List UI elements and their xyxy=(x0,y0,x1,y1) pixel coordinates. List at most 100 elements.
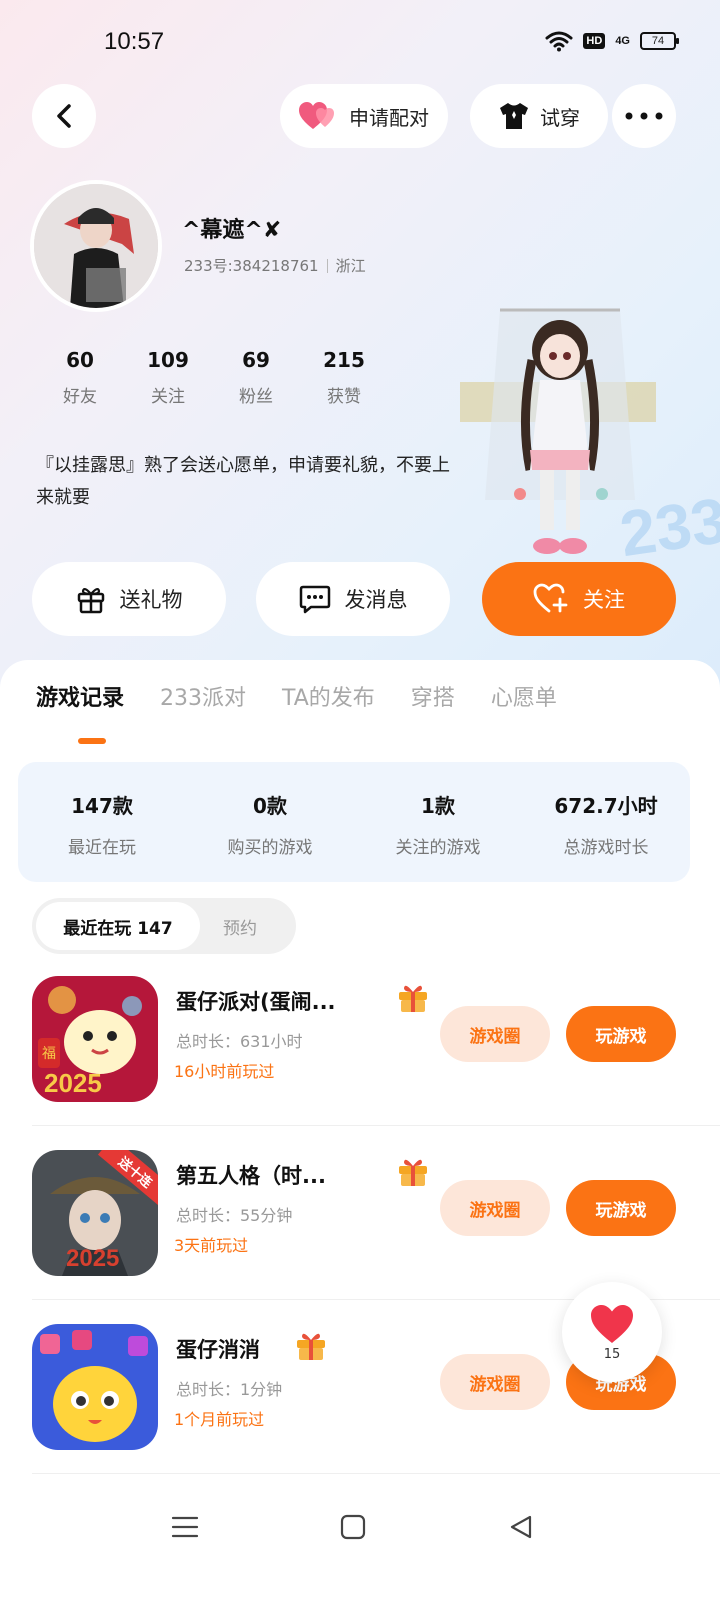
user-region: 浙江 xyxy=(335,257,366,275)
stat-fans[interactable]: 69 粉丝 xyxy=(212,348,300,407)
try-on-label: 试穿 xyxy=(540,105,580,130)
double-heart-icon xyxy=(299,102,334,129)
game-name: 蛋仔派对(蛋闹... xyxy=(176,990,336,1014)
tshirt-icon xyxy=(500,103,528,129)
follow-button[interactable]: 关注 xyxy=(482,562,676,636)
content-panel: 游戏记录 233派对 TA的发布 穿搭 心愿单 147款 最近在玩 0款 购买的… xyxy=(0,660,720,1600)
more-options-button[interactable] xyxy=(612,84,676,148)
tab-233-party[interactable]: 233派对 xyxy=(160,680,246,712)
wifi-icon xyxy=(545,31,573,52)
more-dots-icon xyxy=(625,112,663,120)
segment-reserved[interactable]: 预约 xyxy=(200,902,280,950)
apply-pair-label: 申请配对 xyxy=(349,105,429,130)
summary-number: 1款 xyxy=(421,794,455,818)
like-count: 15 xyxy=(603,1346,621,1362)
status-bar: 10:57 HD 4G 74 xyxy=(0,0,720,80)
username: ^幕遮^✘ xyxy=(182,218,282,243)
summary-number: 672.7小时 xyxy=(554,794,658,818)
summary-label: 最近在玩 xyxy=(68,838,136,858)
try-on-button[interactable]: 试穿 xyxy=(470,84,608,148)
send-message-label: 发消息 xyxy=(344,588,408,612)
send-gift-button[interactable]: 送礼物 xyxy=(32,562,226,636)
summary-label: 总游戏时长 xyxy=(563,838,649,858)
summary-number: 147款 xyxy=(71,794,133,818)
game-duration: 总时长：55分钟 xyxy=(176,1206,293,1225)
game-name: 第五人格（时... xyxy=(176,1164,326,1188)
year-text: 2025 xyxy=(44,1068,102,1098)
game-last-played: 16小时前玩过 xyxy=(174,1062,275,1081)
back-triangle-icon[interactable] xyxy=(508,1514,534,1540)
segment-recent[interactable]: 最近在玩 147 xyxy=(36,902,200,950)
follow-label: 关注 xyxy=(583,588,625,612)
apply-pair-button[interactable]: 申请配对 xyxy=(280,84,448,148)
game-filter-segment: 最近在玩 147 预约 xyxy=(32,898,296,954)
tab-outfits[interactable]: 穿搭 xyxy=(411,680,455,712)
menu-lines-icon[interactable] xyxy=(170,1514,200,1540)
summary-label: 购买的游戏 xyxy=(227,838,313,858)
summary-number: 0款 xyxy=(253,794,287,818)
gift-box-icon[interactable] xyxy=(396,1154,430,1188)
eggy-party-icon: 福 2025 xyxy=(32,976,158,1102)
summary-purchased[interactable]: 0款 购买的游戏 xyxy=(186,762,354,882)
fu-character: 福 xyxy=(42,1046,56,1062)
active-tab-indicator xyxy=(78,738,106,744)
gift-icon xyxy=(77,587,104,614)
profile-stats: 60 好友 109 关注 69 粉丝 215 获赞 xyxy=(36,348,388,407)
summary-label: 关注的游戏 xyxy=(395,838,481,858)
user-bio: 『以挂露思』熟了会送心愿单，申请要礼貌，不要上来就要 xyxy=(36,455,450,508)
status-time: 10:57 xyxy=(104,28,165,55)
game-circle-button[interactable]: 游戏圈 xyxy=(440,1180,550,1236)
game-row[interactable]: 2025 送十连 第五人格（时... 总时长：55分钟 3天前玩过 游戏圈 玩游… xyxy=(0,1126,720,1300)
gift-box-icon[interactable] xyxy=(396,980,430,1014)
stat-label: 好友 xyxy=(63,387,97,407)
chevron-left-icon xyxy=(57,104,71,128)
send-message-button[interactable]: 发消息 xyxy=(256,562,450,636)
stat-friends[interactable]: 60 好友 xyxy=(36,348,124,407)
brand-233-decoration: 233 xyxy=(615,483,720,571)
stat-following[interactable]: 109 关注 xyxy=(124,348,212,407)
chat-bubble-icon xyxy=(299,585,330,614)
identity-v-icon: 2025 送十连 xyxy=(32,1150,158,1276)
game-circle-button[interactable]: 游戏圈 xyxy=(440,1006,550,1062)
stat-likes[interactable]: 215 获赞 xyxy=(300,348,388,407)
game-summary-card: 147款 最近在玩 0款 购买的游戏 1款 关注的游戏 672.7小时 总游戏时… xyxy=(18,762,690,882)
game-circle-button[interactable]: 游戏圈 xyxy=(440,1354,550,1410)
game-last-played: 3天前玩过 xyxy=(174,1236,249,1255)
eggy-match-icon xyxy=(32,1324,158,1450)
game-duration: 总时长：631小时 xyxy=(176,1032,303,1051)
heart-plus-icon xyxy=(533,583,568,613)
tab-posts[interactable]: TA的发布 xyxy=(282,680,375,712)
stat-number: 69 xyxy=(242,348,270,372)
gift-box-icon[interactable] xyxy=(294,1328,328,1362)
stat-number: 215 xyxy=(323,348,365,372)
summary-recent[interactable]: 147款 最近在玩 xyxy=(18,762,186,882)
tab-game-records[interactable]: 游戏记录 xyxy=(36,680,124,712)
user-meta: 233号:384218761 浙江 xyxy=(184,255,366,276)
home-square-icon[interactable] xyxy=(340,1514,366,1540)
system-nav-bar xyxy=(0,1474,720,1600)
game-row[interactable]: 福 2025 蛋仔派对(蛋闹... 总时长：631小时 16小时前玩过 游戏圈 … xyxy=(0,952,720,1126)
summary-followed[interactable]: 1款 关注的游戏 xyxy=(354,762,522,882)
stat-number: 109 xyxy=(147,348,189,372)
battery-icon: 74 xyxy=(640,32,679,50)
stat-label: 粉丝 xyxy=(239,387,273,407)
heart-icon xyxy=(591,1304,633,1343)
game-last-played: 1个月前玩过 xyxy=(174,1410,265,1429)
summary-playtime[interactable]: 672.7小时 总游戏时长 xyxy=(522,762,690,882)
play-game-button[interactable]: 玩游戏 xyxy=(566,1180,676,1236)
user-id: 233号:384218761 xyxy=(184,257,319,275)
meta-divider xyxy=(326,258,328,273)
hd-badge: HD xyxy=(583,33,606,49)
floating-like-button[interactable]: 15 xyxy=(562,1282,662,1382)
stat-number: 60 xyxy=(66,348,94,372)
back-button[interactable] xyxy=(32,84,96,148)
user-avatar[interactable] xyxy=(30,180,162,312)
profile-hero: 10:57 HD 4G 74 申请配对 试穿 ^幕遮^✘ 233号:384218… xyxy=(0,0,720,700)
avatar-photo xyxy=(34,184,158,308)
play-game-button[interactable]: 玩游戏 xyxy=(566,1006,676,1062)
tab-wishlist[interactable]: 心愿单 xyxy=(491,680,557,712)
send-gift-label: 送礼物 xyxy=(119,588,183,612)
network-indicator: 4G xyxy=(615,35,630,47)
stat-label: 关注 xyxy=(151,387,185,407)
game-name: 蛋仔消消 xyxy=(176,1338,260,1362)
